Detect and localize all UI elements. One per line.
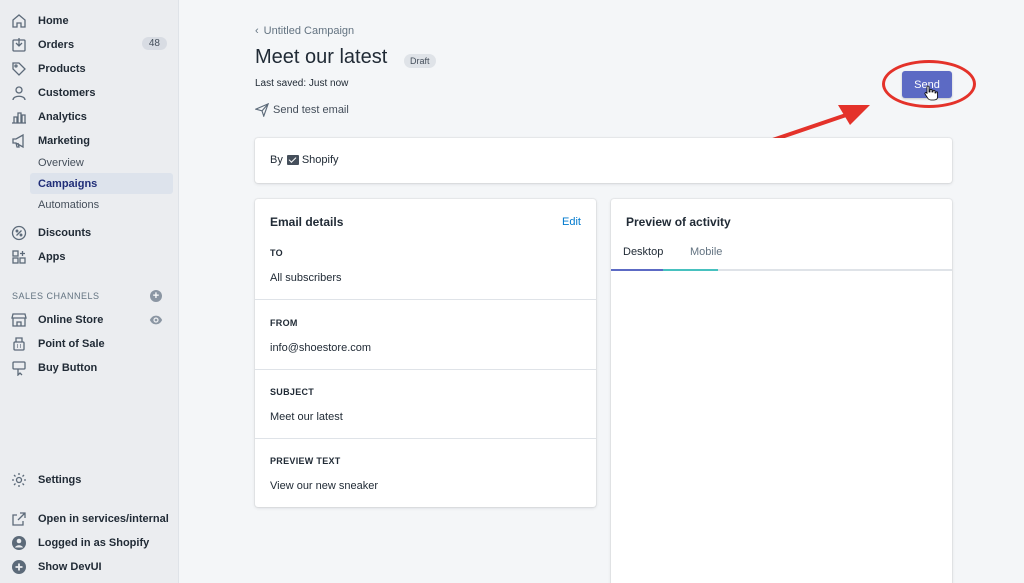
detail-label: TO [270,248,283,258]
preview-card: Preview of activity Desktop Mobile [611,199,952,583]
page-title: Meet our latest [255,46,388,68]
sidebar-subitem-overview[interactable]: Overview [30,152,173,173]
sidebar-item-label: Analytics [38,111,87,123]
last-saved-text: Last saved: Just now [255,78,349,89]
chevron-left-icon: ‹ [255,25,259,37]
hand-cursor-icon [924,85,938,101]
shopify-mail-icon [286,155,299,165]
tab-desktop[interactable]: Desktop [623,246,663,258]
sidebar-item-label: Home [38,15,69,27]
brand-name: Shopify [301,154,339,166]
sidebar-item-label: Customers [38,87,96,99]
plus-circle-icon [12,560,26,574]
sidebar-item-orders[interactable]: Orders 48 [0,34,179,56]
sidebar-subitem-campaigns[interactable]: Campaigns [30,173,173,194]
edit-link[interactable]: Edit [562,216,581,228]
megaphone-icon [12,133,24,149]
gear-icon [12,473,26,487]
breadcrumb-label: Untitled Campaign [263,25,355,37]
sidebar-item-label: Open in services/internal [38,513,169,525]
sidebar-item-products[interactable]: Products [0,58,179,80]
apps-icon [12,250,26,264]
tab-active-indicator [611,269,663,271]
by-label: By [270,154,283,166]
detail-value: Meet our latest [270,411,343,423]
sidebar-item-logged-in[interactable]: Logged in as Shopify [0,532,179,554]
sidebar-item-point-of-sale[interactable]: Point of Sale [0,333,179,355]
detail-label: FROM [270,318,298,328]
sender-card: By Shopify [255,138,952,183]
sidebar-item-online-store[interactable]: Online Store [0,309,179,331]
sidebar-subitem-automations[interactable]: Automations [30,194,173,215]
user-circle-icon [12,536,26,550]
sidebar-item-analytics[interactable]: Analytics [0,106,179,128]
store-icon [11,313,27,327]
orders-icon [12,38,26,52]
tab-mobile[interactable]: Mobile [690,246,722,258]
breadcrumb-back-link[interactable]: ‹ Untitled Campaign [255,25,354,37]
person-icon [12,86,26,101]
detail-value: info@shoestore.com [270,342,372,354]
preview-tabs: Desktop Mobile [611,241,952,271]
paper-plane-icon [255,103,269,117]
sidebar-item-apps[interactable]: Apps [0,246,179,268]
send-test-email-label: Send test email [273,104,349,116]
sidebar-item-label: Point of Sale [38,338,105,350]
detail-section-to: TO All subscribers [255,229,596,299]
bar-chart-icon [12,112,26,124]
sales-channels-heading: SALES CHANNELS [12,291,100,301]
status-badge: Draft [404,54,436,68]
detail-label: PREVIEW TEXT [270,456,341,466]
email-details-card: Email details Edit TO All subscribers FR… [255,199,596,507]
email-details-title: Email details [270,215,344,229]
tag-icon [12,62,26,76]
add-channel-icon[interactable]: + [150,290,162,302]
sidebar-item-customers[interactable]: Customers [0,82,179,104]
sidebar-item-label: Apps [38,251,66,263]
sidebar-item-label: Discounts [38,227,92,239]
sidebar-item-home[interactable]: Home [0,10,179,32]
sidebar-item-settings[interactable]: Settings [0,469,179,491]
sidebar-item-show-devui[interactable]: Show DevUI [0,556,179,578]
external-link-icon [12,512,26,526]
sidebar-item-discounts[interactable]: Discounts [0,222,179,244]
sidebar-item-label: Buy Button [38,362,98,374]
orders-count-badge: 48 [141,37,167,50]
sidebar-item-label: Show DevUI [38,561,102,573]
detail-section-subject: SUBJECT Meet our latest [255,369,596,439]
sender-line: By Shopify [270,154,339,166]
detail-section-preview-text: PREVIEW TEXT View our new sneaker [255,438,596,508]
sidebar: Home Orders 48 Products Customers Analyt… [0,0,179,583]
sidebar-item-buy-button[interactable]: Buy Button [0,357,179,379]
sidebar-item-marketing[interactable]: Marketing [0,130,179,152]
detail-value: All subscribers [270,272,342,284]
sidebar-item-label: Logged in as Shopify [38,537,150,549]
buy-button-icon [12,361,26,376]
sidebar-item-label: Marketing [38,135,90,147]
preview-title: Preview of activity [626,215,731,229]
sidebar-item-open-services[interactable]: Open in services/internal [0,508,179,530]
detail-section-from: FROM info@shoestore.com [255,299,596,369]
eye-icon[interactable] [149,313,163,327]
sidebar-item-label: Orders [38,39,75,51]
sidebar-item-label: Online Store [38,314,104,326]
sidebar-item-label: Products [38,63,86,75]
detail-value: View our new sneaker [270,480,379,492]
detail-label: SUBJECT [270,387,315,397]
sidebar-item-label: Settings [38,474,82,486]
pos-icon [13,337,25,351]
home-icon [12,14,26,28]
send-test-email-button[interactable]: Send test email [255,103,349,117]
discount-icon [11,225,27,241]
